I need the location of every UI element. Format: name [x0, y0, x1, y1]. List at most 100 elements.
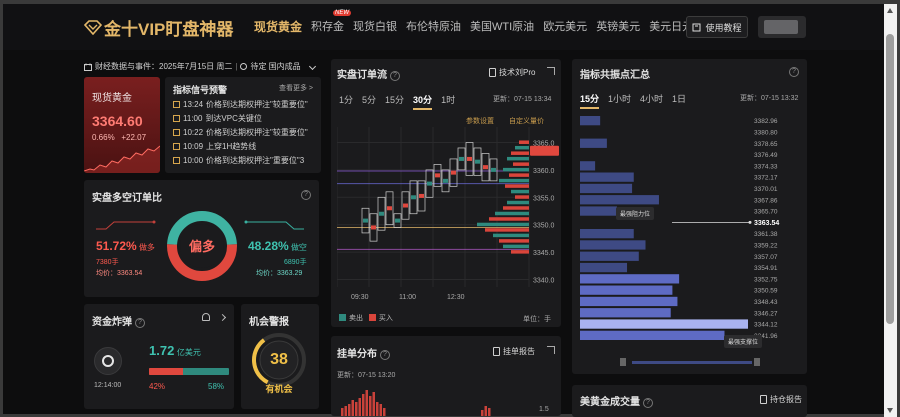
- profile-bar: [499, 239, 529, 243]
- new-badge: NEW: [333, 10, 352, 16]
- expand-icon[interactable]: [547, 346, 555, 354]
- alert-label: 有机会: [265, 384, 293, 394]
- opportunity-alert-panel: 机会警报 38 有机会: [241, 304, 319, 409]
- signal-text: 上穿1H趋势线: [206, 142, 257, 151]
- timer-icon: [94, 347, 122, 375]
- distribution-bars: [341, 390, 491, 416]
- page-scrollbar[interactable]: [884, 4, 897, 417]
- profile-bar: [511, 189, 529, 194]
- chevron-right-icon[interactable]: [218, 313, 227, 322]
- resonance-price-label: 3378.65: [754, 141, 778, 148]
- position-report-button[interactable]: 持仓报告: [760, 394, 802, 405]
- scroll-down-arrow[interactable]: [887, 408, 893, 413]
- y-tick-label: 3360.0: [533, 168, 555, 175]
- tab-4[interactable]: 1时: [441, 93, 455, 110]
- order-distribution-panel: 挂单分布? 挂单报告 更新：07-15 13:20 1.5: [331, 336, 561, 416]
- calendar-pending: 待定 国内成品: [250, 62, 301, 71]
- nav-item-4[interactable]: 美国WTI原油: [470, 18, 534, 35]
- order-report-button[interactable]: 挂单报告: [493, 346, 535, 357]
- signal-more-link[interactable]: 查看更多 >: [279, 83, 313, 93]
- tutorial-button[interactable]: 使用教程: [686, 16, 748, 38]
- tab-1[interactable]: 5分: [362, 93, 376, 110]
- resonance-price-label: 3376.49: [754, 152, 778, 159]
- candle-volume-mark: [419, 193, 424, 198]
- resonance-price-label: 3361.38: [754, 231, 778, 238]
- nav-item-0[interactable]: 现货黄金: [254, 18, 302, 35]
- candle-volume-mark: [427, 181, 432, 186]
- document-icon: [493, 347, 500, 356]
- help-icon[interactable]: ?: [301, 190, 311, 200]
- bomb-amount: 1.72 亿美元: [149, 343, 201, 358]
- bomb-right-pct: 58%: [208, 382, 225, 391]
- scroll-up-arrow[interactable]: [887, 8, 893, 13]
- candle-volume-mark: [451, 170, 456, 175]
- order-flow-title: 实盘订单流?: [337, 66, 400, 81]
- signal-item[interactable]: 10:00 价格到达期权押注"重要位"3: [173, 155, 304, 166]
- diamond-logo-icon: [84, 20, 102, 35]
- user-avatar[interactable]: [758, 16, 806, 38]
- custom-volume-link[interactable]: 自定义量价: [509, 116, 544, 126]
- chevron-down-icon[interactable]: [308, 62, 316, 71]
- resonance-bar: [580, 161, 596, 171]
- calendar-bar[interactable]: 财经数据与事件：2025年7月15日 周二 | 待定 国内成品: [84, 59, 322, 74]
- signal-time: 13:24: [183, 100, 204, 109]
- distribution-bar: [351, 400, 354, 416]
- resonance-bar: [580, 138, 607, 148]
- signal-item[interactable]: 11:00 到达VPC关键位: [173, 113, 262, 124]
- distribution-bar: [341, 408, 344, 416]
- long-avg: 均价：3363.54: [96, 270, 143, 277]
- resonance-bar: [580, 183, 633, 194]
- nav-item-5[interactable]: 欧元美元: [543, 18, 587, 35]
- nav-item-1[interactable]: 积存金 NEW: [311, 10, 352, 35]
- resonance-price-label: 3354.91: [754, 265, 778, 272]
- slider-handle-left[interactable]: [620, 358, 626, 366]
- tab-2[interactable]: 4小时: [640, 92, 663, 109]
- tab-0[interactable]: 15分: [580, 92, 600, 109]
- gold-name: 现货黄金: [92, 93, 132, 104]
- tab-2[interactable]: 15分: [385, 93, 404, 110]
- candle-volume-mark: [379, 211, 384, 216]
- profile-bar: [489, 217, 529, 221]
- flow-unit: 单位：手: [523, 316, 551, 323]
- range-slider[interactable]: [632, 361, 752, 364]
- signal-icon: [173, 157, 180, 164]
- signal-item[interactable]: 13:24 价格到达期权押注"较重要位": [173, 99, 308, 110]
- profile-bar: [505, 184, 529, 188]
- distribution-bar: [383, 408, 386, 416]
- nav-item-6[interactable]: 英镑美元: [596, 18, 640, 35]
- tab-3[interactable]: 30分: [413, 93, 433, 110]
- scroll-thumb[interactable]: [886, 34, 894, 324]
- document-icon: [760, 395, 767, 404]
- signal-alert-panel: 指标信号预警 查看更多 > 13:24 价格到达期权押注"较重要位" 11:00 到达…: [165, 77, 321, 173]
- fund-bomb-panel: 资金炸弹? 12:14:00 1.72 亿美元 42% 58%: [84, 304, 234, 409]
- distribution-bar: [355, 402, 358, 416]
- resonance-panel: 指标共振点汇总 ? 15分 1小时 4小时 1日 更新：07-15 13:32 338…: [572, 59, 807, 374]
- expand-icon[interactable]: [547, 67, 555, 75]
- nav-item-3[interactable]: 布伦特原油: [406, 18, 461, 35]
- tab-0[interactable]: 1分: [339, 93, 353, 110]
- resonance-bar: [580, 240, 646, 250]
- tech-pro-button[interactable]: 技术刘Pro: [489, 67, 535, 78]
- nav-item-2[interactable]: 现货白银: [353, 18, 397, 35]
- bell-icon[interactable]: [202, 313, 210, 321]
- gold-sparkline: [84, 145, 160, 173]
- resonance-price-label: 3370.01: [754, 186, 778, 193]
- tab-1[interactable]: 1小时: [608, 92, 631, 109]
- gold-quote-card[interactable]: 现货黄金 3364.60 0.66% +22.07: [84, 77, 160, 173]
- gold-change-pct: 0.66%: [92, 133, 115, 142]
- slider-handle-right[interactable]: [754, 358, 760, 366]
- resonance-price-label: 3348.43: [754, 299, 778, 306]
- gold-change: 0.66% +22.07: [92, 133, 146, 142]
- signal-item[interactable]: 10:09 上穿1H趋势线: [173, 141, 256, 152]
- signal-text: 价格到达期权押注"较重要位": [206, 100, 308, 109]
- profile-bar: [519, 140, 529, 144]
- resonance-price-label: 3382.96: [754, 118, 778, 125]
- resonance-bar: [580, 319, 748, 329]
- signal-item[interactable]: 10:22 价格到达期权押注"较重要位": [173, 127, 308, 138]
- gold-volume-panel: 美黄金成交量? 持仓报告: [572, 385, 807, 417]
- resistance-label: 最强阻力位: [616, 207, 655, 220]
- tutorial-label: 使用教程: [705, 22, 742, 33]
- param-settings-link[interactable]: 参数设置: [466, 116, 494, 126]
- tab-3[interactable]: 1日: [672, 92, 686, 109]
- help-icon[interactable]: ?: [789, 67, 799, 77]
